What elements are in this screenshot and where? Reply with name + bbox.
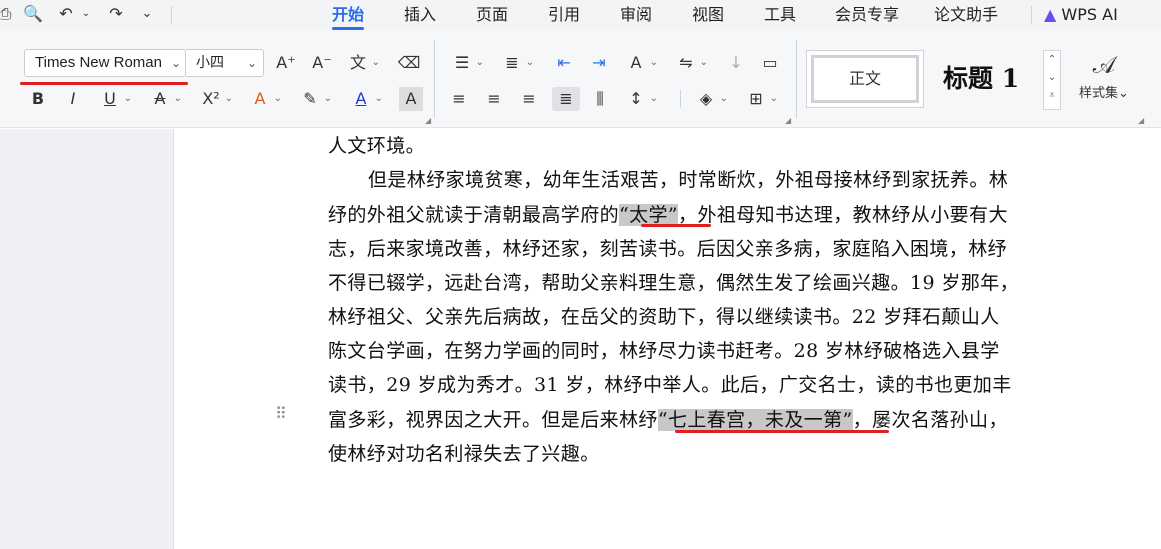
chevron-down-icon[interactable]: ⌄ (1044, 69, 1060, 87)
clear-formatting-icon[interactable]: ⌫ (397, 51, 421, 75)
line-text: 纾的外祖父就读于清朝最高学府的 (328, 204, 620, 226)
highlighted-quote: “太学” (619, 204, 679, 226)
wps-ai-label: WPS AI (1061, 5, 1118, 24)
strikethrough-icon[interactable]: A ⌄ (148, 87, 182, 111)
paragraph-line[interactable]: 读书，29 岁成为秀才。31 岁，林纾中举人。此后，广交名士，读的书也更加丰 (328, 370, 1012, 397)
line-text: ，外祖母知书达理，教林纾从小要有大 (678, 204, 1008, 226)
style-set-label-wrap: 样式集⌄ (1072, 82, 1136, 101)
align-center-icon[interactable]: ≡ (482, 87, 506, 111)
decrease-indent-icon[interactable]: ⇤ (552, 51, 576, 75)
paragraph-line[interactable]: 不得已辍学，远赴台湾，帮助父亲料理生意，偶然生发了绘画兴趣。19 岁那年， (328, 268, 1019, 295)
font-dialog-launcher-icon[interactable]: ◢ (425, 116, 431, 125)
text-effect-icon[interactable]: A ⌄ (248, 87, 282, 111)
paragraph-line[interactable]: 纾的外祖父就读于清朝最高学府的“太学”，外祖母知书达理，教林纾从小要有大 (328, 200, 1008, 227)
justify-icon[interactable]: ≣ (552, 87, 580, 111)
change-case-icon[interactable]: A ⌄ (624, 51, 658, 75)
tab-home[interactable]: 开始 (332, 4, 365, 30)
print-icon[interactable]: ⎙ (0, 4, 16, 24)
line-text: ，屡次名落孙山， (852, 409, 1008, 431)
tab-insert[interactable]: 插入 (404, 4, 436, 28)
divider (1031, 6, 1032, 24)
styles-dialog-launcher-icon[interactable]: ◢ (1138, 116, 1144, 125)
font-family-select[interactable]: Times New Roman ⌄ (24, 49, 186, 77)
decrease-font-size-icon[interactable]: A⁻ (310, 51, 334, 75)
italic-icon[interactable]: I (61, 87, 85, 111)
paragraph-drag-handle-icon[interactable]: ⠿ (275, 404, 289, 424)
divider (680, 90, 681, 108)
annotation-underline (641, 224, 711, 227)
style-gallery-scroller[interactable]: ⌃ ⌄ ⩡ (1043, 50, 1061, 110)
tab-tools[interactable]: 工具 (764, 4, 796, 28)
style-set-icon: 𝒜 (1092, 51, 1116, 79)
paragraph-line[interactable]: 使林纾对功名利禄失去了兴趣。 (328, 439, 600, 466)
shading-icon[interactable]: ◈ ⌄ (694, 87, 728, 111)
divider (434, 40, 435, 118)
highlighted-quote: “七上春宫，未及一第” (657, 409, 853, 431)
chevron-down-icon: ⌄ (1118, 86, 1129, 101)
expand-gallery-icon[interactable]: ⩡ (1044, 87, 1060, 105)
paragraph-line[interactable]: 富多彩，视界因之大开。但是后来林纾“七上春宫，未及一第”，屡次名落孙山， (328, 405, 1008, 432)
tab-references[interactable]: 引用 (548, 4, 580, 28)
bullet-list-icon[interactable]: ☰ ⌄ (450, 51, 484, 75)
wps-ai-logo-icon: ▲ (1044, 5, 1057, 24)
wps-writer-window: ⎙ 🔍 ↶ ⌄ ↷ ⌄ 开始 插入 页面 引用 审阅 视图 工具 会员专享 论文… (0, 0, 1161, 549)
paragraph-dialog-launcher-icon[interactable]: ◢ (785, 116, 791, 125)
tab-review[interactable]: 审阅 (620, 4, 652, 28)
tab-page[interactable]: 页面 (476, 4, 508, 28)
text-direction-icon[interactable]: ⇋ ⌄ (674, 51, 708, 75)
line-spacing-icon[interactable]: ↕ ⌄ (624, 87, 658, 111)
divider (171, 6, 172, 24)
superscript-icon[interactable]: X² ⌄ (199, 87, 233, 111)
font-color-icon[interactable]: A ⌄ (349, 87, 383, 111)
wps-ai-button[interactable]: ▲ WPS AI (1044, 4, 1118, 28)
line-text: 富多彩，视界因之大开。但是后来林纾 (328, 409, 658, 431)
annotation-underline (20, 82, 188, 85)
highlight-color-icon[interactable]: ✎ ⌄ (298, 87, 332, 111)
phonetic-guide-icon[interactable]: 文 ⌄ (346, 51, 380, 75)
divider (796, 40, 797, 118)
align-left-icon[interactable]: ≡ (447, 87, 471, 111)
bold-icon[interactable]: B (26, 87, 50, 111)
style-set-button[interactable]: 𝒜 样式集⌄ (1072, 48, 1136, 110)
show-marks-icon[interactable]: ▭ (758, 51, 782, 75)
borders-icon[interactable]: ⊞ ⌄ (744, 87, 778, 111)
undo-icon[interactable]: ↶ (55, 4, 77, 24)
paragraph-line[interactable]: 但是林纾家境贫寒，幼年生活艰苦，时常断炊，外祖母接林纾到家抚养。林 (368, 165, 1008, 192)
paragraph-line[interactable]: 人文环境。 (328, 131, 425, 158)
style-set-label: 样式集 (1079, 86, 1119, 101)
font-size-select[interactable]: 小四 ⌄ (186, 49, 264, 77)
numbered-list-icon[interactable]: ≣ ⌄ (500, 51, 534, 75)
distributed-align-icon[interactable]: ⫼ (588, 87, 612, 111)
annotation-underline (675, 430, 889, 433)
tab-view[interactable]: 视图 (692, 4, 724, 28)
font-family-value: Times New Roman (35, 54, 162, 71)
chevron-up-icon[interactable]: ⌃ (1044, 51, 1060, 69)
undo-dropdown-icon[interactable]: ⌄ (75, 4, 97, 24)
chevron-down-icon: ⌄ (246, 56, 257, 70)
redo-icon[interactable]: ↷ (105, 4, 127, 24)
paragraph-line[interactable]: 陈文台学画，在努力学画的同时，林纾尽力读书赶考。28 岁林纾破格选入县学 (328, 336, 1000, 363)
tab-thesis-assistant[interactable]: 论文助手 (934, 4, 998, 28)
style-normal[interactable]: 正文 (806, 50, 924, 108)
style-heading-label: 标题 1 (943, 64, 1020, 93)
paragraph-line[interactable]: 林纾祖父、父亲先后病故，在岳父的资助下，得以继续读书。22 岁拜石颠山人 (328, 302, 1000, 329)
style-heading-1[interactable]: 标题 1 (928, 50, 1062, 108)
tab-membership[interactable]: 会员专享 (835, 4, 899, 28)
font-size-value: 小四 (196, 55, 224, 71)
ribbon: Times New Roman ⌄ 小四 ⌄ A⁺ A⁻ 文 ⌄ ⌫ B I U ⌄… (0, 30, 1161, 128)
chevron-down-icon: ⌄ (168, 50, 181, 76)
underline-icon[interactable]: U ⌄ (98, 87, 132, 111)
increase-indent-icon[interactable]: ⇥ (587, 51, 611, 75)
paragraph-line[interactable]: 志，后来家境改善，林纾还家，刻苦读书。后因父亲多病，家庭陷入困境，林纾 (328, 234, 1007, 261)
print-preview-icon[interactable]: 🔍 (22, 4, 44, 24)
sort-icon[interactable]: ↓ (724, 51, 748, 75)
more-chevron-icon[interactable]: ⌄ (136, 4, 158, 24)
style-normal-label: 正文 (811, 55, 919, 103)
increase-font-size-icon[interactable]: A⁺ (274, 51, 298, 75)
menu-bar: ⎙ 🔍 ↶ ⌄ ↷ ⌄ 开始 插入 页面 引用 审阅 视图 工具 会员专享 论文… (0, 0, 1161, 30)
align-right-icon[interactable]: ≡ (517, 87, 541, 111)
character-shading-icon[interactable]: A (399, 87, 423, 111)
